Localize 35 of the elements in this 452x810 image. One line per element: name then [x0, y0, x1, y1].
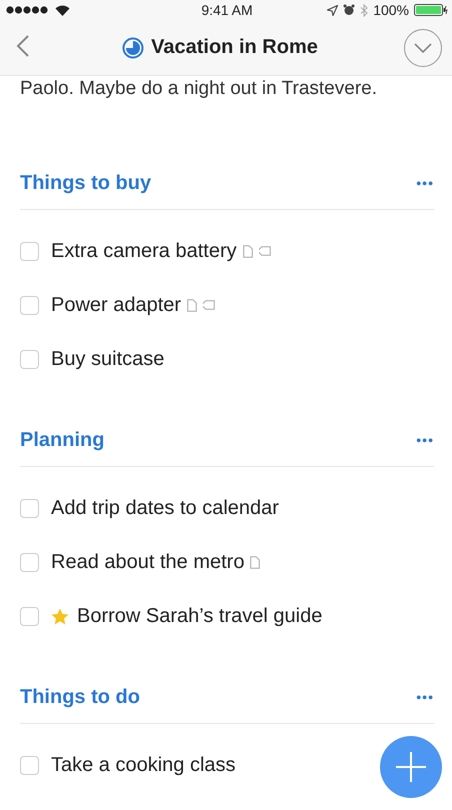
progress-pie-icon	[122, 36, 144, 58]
wifi-icon	[55, 4, 70, 16]
plus-icon	[396, 752, 426, 782]
checkbox[interactable]	[20, 296, 39, 314]
back-icon	[16, 34, 30, 58]
battery-icon	[414, 4, 448, 16]
todo-text: Extra camera battery	[51, 240, 237, 262]
checkbox[interactable]	[20, 606, 39, 626]
todo-text: Borrow Sarah’s travel guide	[77, 604, 322, 628]
bluetooth-icon	[360, 4, 368, 16]
todo-text: Add trip dates to calendar	[51, 496, 279, 520]
checkbox[interactable]	[20, 350, 39, 368]
todo-text: Power adapter	[51, 294, 182, 316]
section-heading: Planning	[20, 428, 104, 452]
checkbox[interactable]	[20, 552, 39, 572]
status-time: 9:41 AM	[201, 2, 253, 18]
project-notes: Paolo. Maybe do a night out in Trastevere.	[20, 77, 378, 101]
project-title: Vacation in Rome	[151, 36, 318, 59]
complete-button[interactable]	[404, 28, 442, 66]
checkbox[interactable]	[20, 498, 39, 518]
todo-text: Buy suitcase	[51, 348, 164, 370]
location-icon	[327, 4, 338, 16]
battery-percent: 100%	[373, 2, 409, 18]
checkbox[interactable]	[20, 242, 39, 260]
chevron-down-icon	[414, 42, 432, 52]
more-button[interactable]: •••	[416, 175, 434, 191]
signal-icon	[6, 6, 50, 14]
alarm-icon	[343, 4, 356, 16]
more-button[interactable]: •••	[416, 432, 434, 448]
todo-text: Take a cooking class	[51, 754, 236, 776]
todo-text: Read about the metro	[51, 550, 244, 574]
section-heading: Things to buy	[20, 172, 152, 194]
section-heading: Things to do	[20, 686, 140, 708]
more-button[interactable]: •••	[416, 689, 434, 705]
checkbox[interactable]	[20, 756, 39, 774]
